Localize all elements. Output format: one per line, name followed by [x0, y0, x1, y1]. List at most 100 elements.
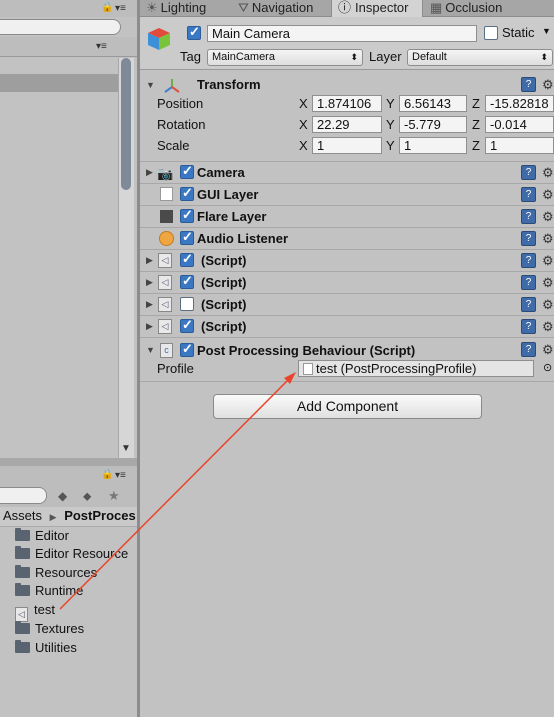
hierarchy-menu-icon[interactable]: ▾≡ [96, 41, 107, 52]
position-x-field[interactable]: 1.874106 [312, 95, 382, 112]
layer-dropdown[interactable]: Default ⬍ [407, 49, 553, 66]
tab-inspector[interactable]: ⓘ Inspector [331, 0, 423, 18]
game-object-active-checkbox[interactable] [187, 24, 201, 40]
axis-z-label[interactable]: Z [472, 138, 480, 154]
script-2-title[interactable]: (Script) [201, 275, 247, 290]
help-book-icon[interactable]: ? [521, 297, 536, 312]
panel-menu-icon[interactable]: ▾≡ [115, 3, 126, 14]
gui-layer-enabled-checkbox[interactable] [180, 185, 194, 201]
gui-layer-title[interactable]: GUI Layer [197, 187, 258, 202]
object-picker-icon[interactable]: ⊙ [543, 361, 552, 374]
fold-open-icon[interactable]: ▼ [146, 345, 155, 355]
gear-icon[interactable]: ⚙ [542, 231, 554, 246]
help-book-icon[interactable]: ? [521, 253, 536, 268]
camera-title[interactable]: Camera [197, 165, 245, 180]
fold-closed-icon[interactable]: ▶ [146, 255, 153, 266]
script-1-title[interactable]: (Script) [201, 253, 247, 268]
lock-icon[interactable]: 🔒 [101, 469, 113, 480]
axis-y-label[interactable]: Y [386, 117, 395, 133]
script-1-enabled-checkbox[interactable] [180, 251, 194, 267]
fold-closed-icon[interactable]: ▶ [146, 167, 153, 178]
tab-occlusion[interactable]: ▦ Occlusion [430, 0, 502, 17]
breadcrumb-assets[interactable]: Assets [3, 508, 42, 523]
script-4-title[interactable]: (Script) [201, 319, 247, 334]
axis-x-label[interactable]: X [299, 138, 308, 154]
position-y-field[interactable]: 6.56143 [399, 95, 467, 112]
tag-dropdown[interactable]: MainCamera ⬍ [207, 49, 363, 66]
project-item-resources[interactable]: Resources [15, 564, 97, 582]
project-item-editor[interactable]: Editor [15, 527, 69, 545]
gear-icon[interactable]: ⚙ [542, 342, 554, 357]
axis-y-label[interactable]: Y [386, 96, 395, 112]
project-item-editor-resources[interactable]: Editor Resource [15, 545, 128, 563]
add-component-button[interactable]: Add Component [213, 394, 482, 419]
hierarchy-search-input[interactable] [0, 19, 121, 35]
breadcrumb-current[interactable]: PostProces [64, 508, 136, 523]
camera-enabled-checkbox[interactable] [180, 163, 194, 179]
help-book-icon[interactable]: ? [521, 187, 536, 202]
axis-y-label[interactable]: Y [386, 138, 395, 154]
audio-listener-enabled-checkbox[interactable] [180, 229, 194, 245]
transform-title[interactable]: Transform [197, 77, 261, 92]
gear-icon[interactable]: ⚙ [542, 77, 554, 92]
fold-closed-icon[interactable]: ▶ [146, 321, 153, 332]
help-book-icon[interactable]: ? [521, 209, 536, 224]
project-item-utilities[interactable]: Utilities [15, 639, 77, 657]
rotation-z-field[interactable]: -0.014 [485, 116, 554, 133]
project-item-runtime[interactable]: Runtime [15, 582, 83, 600]
help-book-icon[interactable]: ? [521, 342, 536, 357]
favorite-star-icon[interactable]: ★ [108, 488, 120, 504]
axis-z-label[interactable]: Z [472, 96, 480, 112]
lock-icon[interactable]: 🔒 [101, 2, 113, 13]
tab-lighting[interactable]: ☀ Lighting [146, 0, 206, 17]
project-item-test[interactable]: ◁ test [15, 601, 55, 622]
axis-x-label[interactable]: X [299, 117, 308, 133]
static-checkbox[interactable] [484, 26, 498, 40]
help-book-icon[interactable]: ? [521, 77, 536, 92]
axis-x-label[interactable]: X [299, 96, 308, 112]
profile-object-field[interactable]: test (PostProcessingProfile) [298, 360, 534, 377]
panel-menu-icon[interactable]: ▾≡ [115, 470, 126, 481]
gear-icon[interactable]: ⚙ [542, 209, 554, 224]
post-processing-enabled-checkbox[interactable] [180, 341, 194, 357]
project-item-textures[interactable]: Textures [15, 620, 84, 638]
scale-y-field[interactable]: 1 [399, 137, 467, 154]
script-3-title[interactable]: (Script) [201, 297, 247, 312]
gear-icon[interactable]: ⚙ [542, 319, 554, 334]
scale-x-field[interactable]: 1 [312, 137, 382, 154]
rotation-y-field[interactable]: -5.779 [399, 116, 467, 133]
help-book-icon[interactable]: ? [521, 319, 536, 334]
hierarchy-scroll-thumb[interactable] [121, 58, 131, 190]
help-book-icon[interactable]: ? [521, 165, 536, 180]
rotation-x-field[interactable]: 22.29 [312, 116, 382, 133]
hierarchy-selected-row[interactable] [0, 74, 118, 92]
fold-open-icon[interactable]: ▼ [146, 80, 155, 90]
help-book-icon[interactable]: ? [521, 231, 536, 246]
audio-listener-title[interactable]: Audio Listener [197, 231, 288, 246]
tab-navigation[interactable]: ⛛ Navigation [238, 0, 313, 17]
help-book-icon[interactable]: ? [521, 275, 536, 290]
filter-type-icon[interactable]: ◆ [58, 489, 67, 503]
static-dropdown-icon[interactable]: ▼ [542, 26, 551, 36]
script-4-enabled-checkbox[interactable] [180, 317, 194, 333]
position-z-field[interactable]: -15.82818 [485, 95, 554, 112]
flare-layer-enabled-checkbox[interactable] [180, 207, 194, 223]
script-3-enabled-checkbox[interactable] [180, 297, 194, 311]
post-processing-title[interactable]: Post Processing Behaviour (Script) [197, 343, 415, 358]
script-2-enabled-checkbox[interactable] [180, 273, 194, 289]
filter-label-icon[interactable]: ⬥ [83, 489, 91, 504]
axis-z-label[interactable]: Z [472, 117, 480, 133]
game-object-name-field[interactable]: Main Camera [207, 25, 477, 42]
gear-icon[interactable]: ⚙ [542, 187, 554, 202]
gear-icon[interactable]: ⚙ [542, 297, 554, 312]
gear-icon[interactable]: ⚙ [542, 275, 554, 290]
gear-icon[interactable]: ⚙ [542, 253, 554, 268]
gear-icon[interactable]: ⚙ [542, 165, 554, 180]
panel-divider[interactable] [0, 458, 137, 466]
project-search-input[interactable] [0, 487, 47, 504]
fold-closed-icon[interactable]: ▶ [146, 277, 153, 288]
flare-layer-title[interactable]: Flare Layer [197, 209, 266, 224]
fold-closed-icon[interactable]: ▶ [146, 299, 153, 310]
scroll-down-arrow-icon[interactable]: ▼ [121, 443, 131, 454]
scale-z-field[interactable]: 1 [485, 137, 554, 154]
